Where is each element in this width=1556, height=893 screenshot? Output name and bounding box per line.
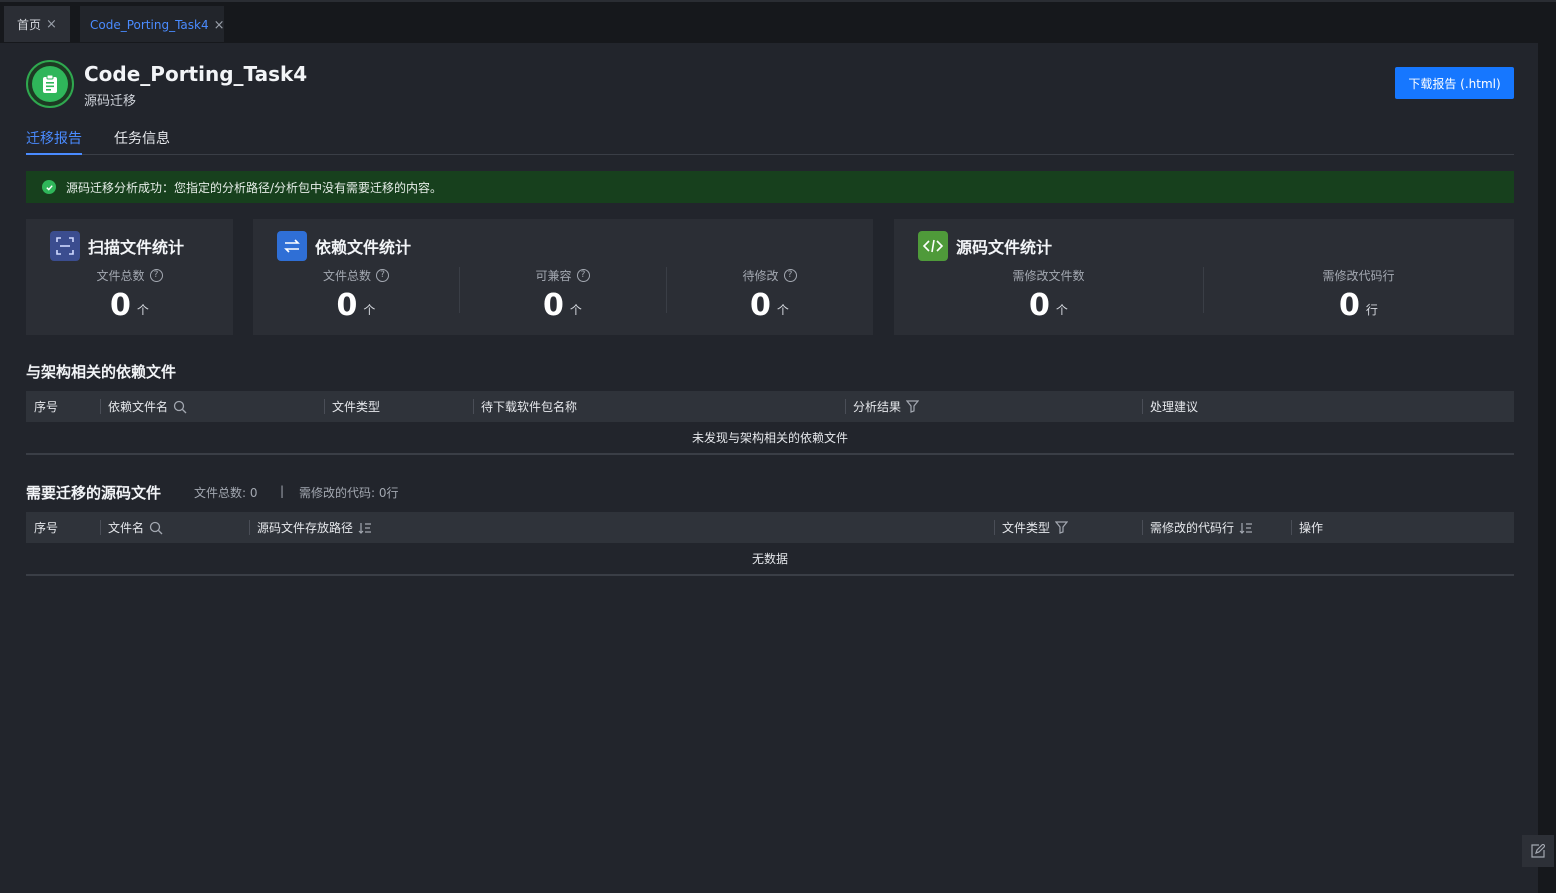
stat-unit: 个 — [363, 303, 376, 317]
sort-icon[interactable] — [358, 522, 372, 534]
help-icon[interactable]: ? — [576, 269, 590, 282]
tab-home-label: 首页 — [17, 17, 42, 32]
filter-icon[interactable] — [906, 400, 920, 413]
help-icon[interactable]: ? — [149, 269, 163, 282]
column-header-path[interactable]: 源码文件存放路径 — [249, 512, 372, 543]
stat-value: 0 — [1029, 288, 1050, 323]
close-icon[interactable]: × — [46, 17, 57, 32]
column-header: 处理建议 — [1150, 400, 1199, 414]
tab-task-info[interactable]: 任务信息 — [114, 128, 170, 155]
alert-text: 源码迁移分析成功：您指定的分析路径/分析包中没有需要迁移的内容。 — [66, 180, 443, 195]
dependency-stats-card: 依赖文件统计 文件总数? 0个 可兼容? 0个 待修改? 0个 — [253, 219, 873, 335]
dependency-table-empty: 未发现与架构相关的依赖文件 — [26, 422, 1514, 455]
stat-value: 0 — [750, 288, 771, 323]
scan-card-title: 扫描文件统计 — [88, 238, 185, 257]
scan-stats-card: 扫描文件统计 文件总数? 0个 — [26, 219, 233, 335]
column-header: 待下载软件包名称 — [481, 400, 578, 414]
tab-migration-report[interactable]: 迁移报告 — [26, 128, 82, 155]
source-stats-card: 源码文件统计 需修改文件数 0个 需修改代码行 0行 — [894, 219, 1514, 335]
stat-label: 可兼容 — [535, 269, 572, 283]
stat-label: 需修改文件数 — [1012, 269, 1085, 283]
stat-value: 0 — [1339, 288, 1360, 323]
page-title: Code_Porting_Task4 — [84, 62, 308, 86]
column-header-filename[interactable]: 文件名 — [100, 512, 163, 543]
stat-value: 0 — [110, 288, 131, 323]
meta-separator: | — [280, 484, 285, 498]
filter-icon[interactable] — [1055, 521, 1069, 534]
stat-unit: 个 — [776, 303, 789, 317]
page-subtitle: 源码迁移 — [84, 94, 137, 109]
tab-home[interactable]: 首页 × — [4, 6, 70, 42]
column-header-file-type[interactable]: 文件类型 — [994, 512, 1069, 543]
stat-label: 待修改 — [742, 269, 779, 283]
column-header: 操作 — [1299, 521, 1324, 535]
stat-label: 文件总数 — [96, 269, 145, 283]
search-icon[interactable] — [149, 521, 163, 535]
column-header: 序号 — [34, 400, 59, 414]
source-table-empty: 无数据 — [26, 543, 1514, 576]
dependency-table-header: 序号 依赖文件名 文件类型 待下载软件包名称 分析结果 处理建议 — [26, 391, 1514, 422]
dependency-table-title: 与架构相关的依赖文件 — [26, 363, 177, 381]
tab-bar: 首页 × Code_Porting_Task4 × — [0, 0, 1556, 43]
source-table-header: 序号 文件名 源码文件存放路径 文件类型 需修改的代码行 操作 — [26, 512, 1514, 543]
tab-task-label: Code_Porting_Task4 — [90, 18, 209, 32]
tab-code-porting-task[interactable]: Code_Porting_Task4 × — [80, 6, 225, 42]
code-icon — [918, 231, 948, 261]
source-table-title: 需要迁移的源码文件 — [26, 484, 162, 502]
stat-unit: 行 — [1365, 303, 1378, 317]
check-circle-icon — [42, 180, 56, 194]
stat-value: 0 — [543, 288, 564, 323]
edit-icon — [1531, 844, 1545, 858]
stat-label: 文件总数 — [322, 269, 371, 283]
download-report-button[interactable]: 下载报告 (.html) — [1395, 67, 1514, 99]
help-icon[interactable]: ? — [376, 269, 389, 282]
source-total-count: 文件总数: 0 — [194, 486, 258, 500]
search-icon[interactable] — [173, 400, 187, 414]
stat-label: 需修改代码行 — [1322, 269, 1395, 283]
scrollbar[interactable] — [1538, 43, 1556, 893]
stat-unit: 个 — [1055, 303, 1068, 317]
source-card-title: 源码文件统计 — [956, 238, 1053, 257]
report-subtabs: 迁移报告 任务信息 — [26, 128, 1514, 155]
column-header: 文件类型 — [332, 400, 381, 414]
stat-unit: 个 — [136, 303, 149, 317]
help-icon[interactable]: ? — [783, 269, 797, 282]
stat-value: 0 — [336, 288, 358, 323]
stat-unit: 个 — [569, 303, 582, 317]
task-logo-icon — [26, 60, 74, 108]
feedback-button[interactable] — [1522, 835, 1554, 867]
column-header-lines[interactable]: 需修改的代码行 — [1142, 512, 1253, 543]
scan-icon — [50, 231, 80, 261]
close-icon[interactable]: × — [214, 18, 225, 33]
column-header-analysis-result[interactable]: 分析结果 — [845, 391, 920, 422]
column-header: 序号 — [34, 521, 59, 535]
source-lines-count: 需修改的代码: 0行 — [299, 486, 399, 500]
dependency-card-title: 依赖文件统计 — [315, 238, 412, 257]
success-alert: 源码迁移分析成功：您指定的分析路径/分析包中没有需要迁移的内容。 — [26, 171, 1514, 203]
swap-icon — [277, 231, 307, 261]
sort-icon[interactable] — [1239, 522, 1253, 534]
column-header-filename[interactable]: 依赖文件名 — [100, 391, 187, 422]
